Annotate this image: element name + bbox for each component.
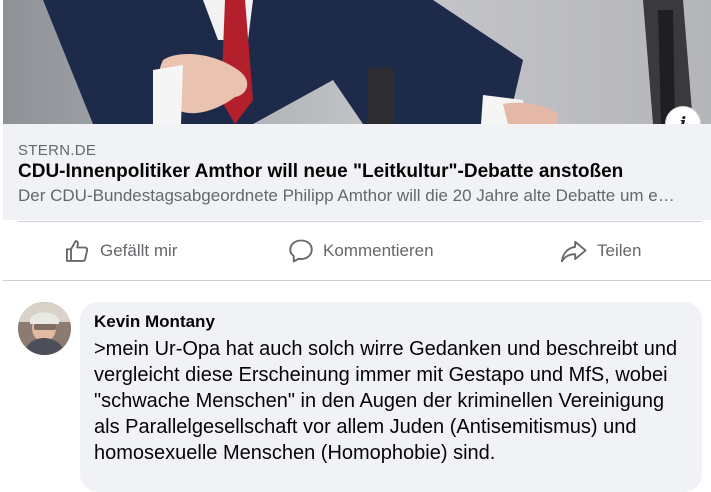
comment-bubble: Kevin Montany >mein Ur-Opa hat auch solc… — [80, 302, 702, 492]
link-description: Der CDU-Bundestagsabgeordnete Philipp Am… — [18, 186, 675, 205]
link-preview-meta[interactable]: STERN.DE CDU-Innenpolitiker Amthor will … — [3, 124, 711, 220]
thumbs-up-icon — [65, 240, 89, 262]
avatar[interactable] — [18, 302, 71, 355]
comment-author[interactable]: Kevin Montany — [94, 312, 215, 332]
comment-label: Kommentieren — [323, 241, 434, 260]
share-label: Teilen — [597, 241, 642, 260]
post-action-bar: Gefällt mir Kommentieren Teilen — [3, 222, 711, 280]
comment-button[interactable]: Kommentieren — [287, 222, 434, 280]
user-photo — [18, 302, 71, 355]
comment-text: >mein Ur-Opa hat auch solch wirre Gedank… — [94, 338, 678, 464]
speech-bubble-icon — [289, 239, 313, 263]
divider — [3, 280, 711, 281]
like-label: Gefällt mir — [100, 241, 178, 260]
share-button[interactable]: Teilen — [559, 222, 641, 280]
article-photo — [3, 0, 711, 124]
link-title[interactable]: CDU-Innenpolitiker Amthor will neue "Lei… — [18, 161, 698, 183]
share-arrow-icon — [560, 240, 587, 263]
like-button[interactable]: Gefällt mir — [64, 222, 177, 280]
link-preview-image[interactable] — [3, 0, 711, 124]
link-domain: STERN.DE — [18, 142, 97, 159]
